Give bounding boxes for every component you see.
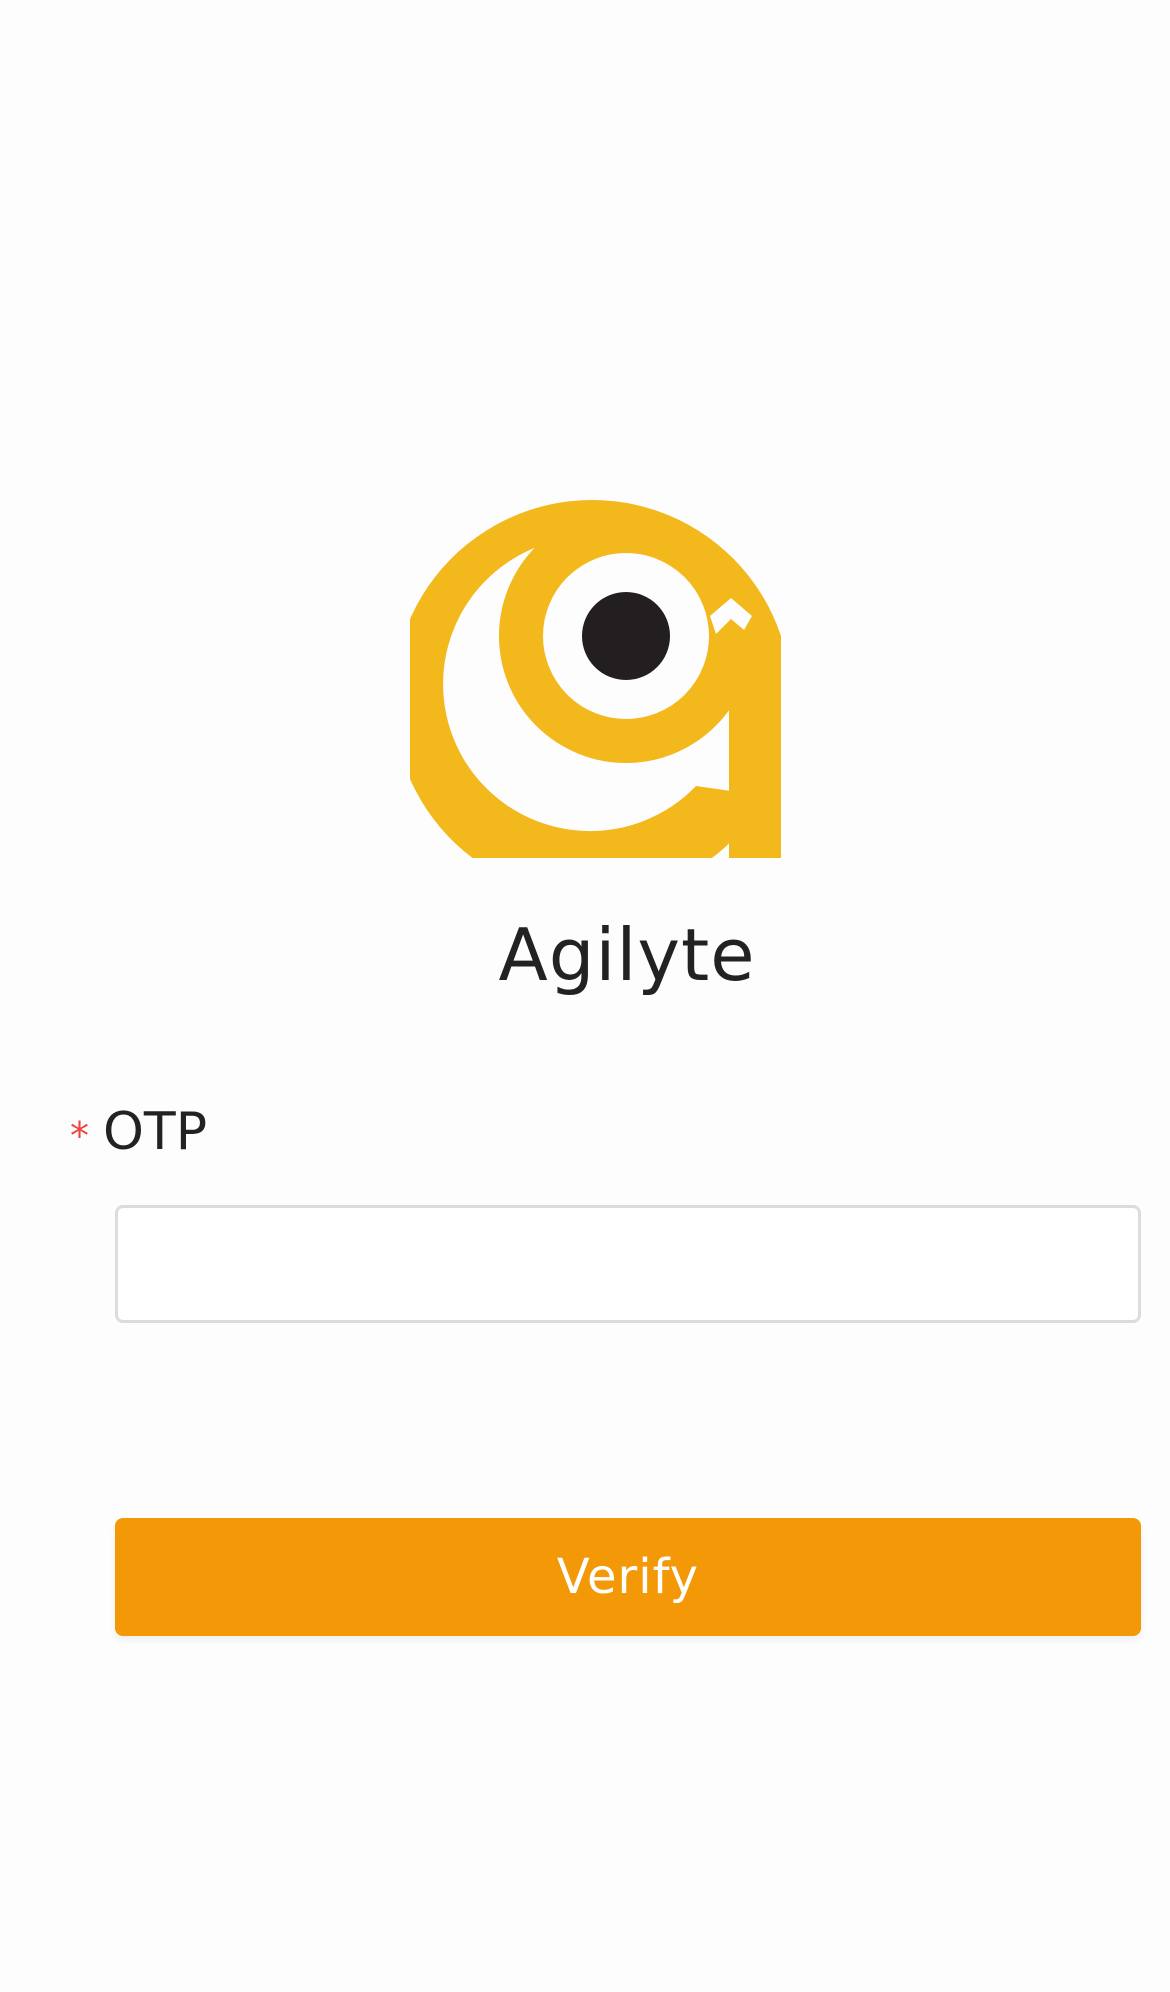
app-name: Agilyte — [498, 913, 756, 997]
verify-button[interactable]: Verify — [115, 1518, 1141, 1636]
otp-input[interactable] — [115, 1205, 1141, 1323]
agilyte-logo-icon — [410, 500, 781, 858]
required-marker: * — [70, 1114, 89, 1158]
otp-label-text: OTP — [103, 1102, 208, 1162]
otp-label: * OTP — [70, 1096, 207, 1168]
